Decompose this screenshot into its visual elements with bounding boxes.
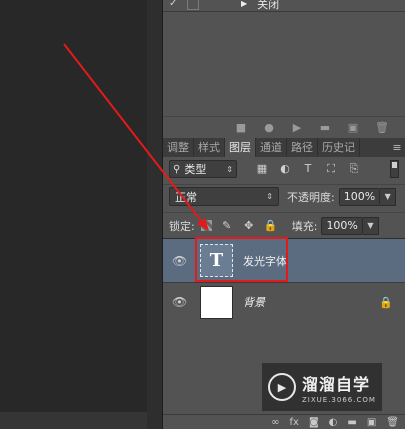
new-action-icon[interactable]: ▣ xyxy=(347,121,359,134)
background-layer-thumbnail xyxy=(200,285,233,319)
panel-menu-icon[interactable]: ≡ xyxy=(389,138,405,157)
action-item-label: 关闭 xyxy=(257,0,280,11)
blend-mode-select[interactable]: 正常 ⇕ xyxy=(169,187,279,206)
lock-position-icon[interactable]: ✥ xyxy=(242,219,256,233)
chevron-updown-icon: ⇕ xyxy=(266,192,273,201)
fill-dropdown-arrow[interactable]: ▼ xyxy=(362,216,379,235)
watermark: ▶ 溜溜自学 ZIXUE.3066.COM xyxy=(262,363,382,411)
filter-toggle-switch[interactable] xyxy=(390,160,399,178)
dialog-toggle-box[interactable] xyxy=(187,0,199,10)
annotation-highlight-box xyxy=(195,237,288,282)
lock-icons: ✎ ✥ 🔒 xyxy=(200,219,278,233)
lock-transparent-pixels-icon[interactable] xyxy=(200,219,212,231)
lock-icon: 🔒 xyxy=(379,295,393,309)
tab-history[interactable]: 历史记 xyxy=(318,138,360,157)
watermark-subtitle: ZIXUE.3066.COM xyxy=(302,395,376,404)
type-filter-icon[interactable]: T xyxy=(301,162,315,176)
fx-icon[interactable]: fx xyxy=(290,417,299,428)
filter-kind-select[interactable]: ⚲ 类型 ⇕ xyxy=(169,160,237,178)
opacity-input[interactable]: 100% xyxy=(338,187,381,206)
action-item-row[interactable]: ✓ ▶ 关闭 xyxy=(163,0,405,12)
play-logo-icon: ▶ xyxy=(268,373,296,401)
watermark-title: 溜溜自学 xyxy=(302,374,371,394)
tab-adjustments[interactable]: 调整 xyxy=(163,138,194,157)
opacity-dropdown-arrow[interactable]: ▼ xyxy=(380,187,397,206)
lock-image-pixels-icon[interactable]: ✎ xyxy=(220,219,234,233)
chevron-updown-icon: ⇕ xyxy=(226,164,233,174)
layer-name[interactable]: 背景 xyxy=(243,294,265,310)
filter-kind-label: 类型 xyxy=(184,163,207,176)
tab-paths[interactable]: 路径 xyxy=(287,138,318,157)
tab-styles[interactable]: 样式 xyxy=(194,138,225,157)
fill-label: 填充: xyxy=(291,219,318,233)
new-layer-icon[interactable]: ▣ xyxy=(367,417,376,428)
blend-row: 正常 ⇕ 不透明度: 100% ▼ xyxy=(163,184,405,208)
play-icon[interactable]: ▶ xyxy=(291,121,303,134)
tab-channels[interactable]: 通道 xyxy=(256,138,287,157)
opacity-label: 不透明度: xyxy=(287,190,335,204)
blend-mode-value: 正常 xyxy=(175,190,197,204)
stop-icon[interactable]: ■ xyxy=(235,121,247,134)
new-group-icon[interactable]: ▬ xyxy=(347,417,356,428)
eye-icon[interactable]: 👁 xyxy=(172,295,187,309)
watermark-text: 溜溜自学 ZIXUE.3066.COM xyxy=(302,371,376,404)
lock-label: 锁定: xyxy=(169,219,195,233)
tab-layers[interactable]: 图层 xyxy=(225,138,256,157)
adjustment-filter-icon[interactable]: ◐ xyxy=(278,162,292,176)
canvas-status-strip xyxy=(0,412,147,429)
eye-icon[interactable]: 👁 xyxy=(172,254,187,268)
shape-filter-icon[interactable]: ⛶ xyxy=(324,162,338,176)
filter-icons: ▦ ◐ T ⛶ ⎘ xyxy=(255,162,361,176)
lock-all-icon[interactable]: 🔒 xyxy=(264,219,278,233)
actions-toolbar: ■ ● ▶ ▬ ▣ 🗑 xyxy=(163,116,405,138)
layer-filter-row: ⚲ 类型 ⇕ ▦ ◐ T ⛶ ⎘ xyxy=(163,157,405,181)
checkmark-icon[interactable]: ✓ xyxy=(169,0,181,10)
layers-bottom-toolbar: ∞ fx ◙ ◐ ▬ ▣ 🗑 xyxy=(163,414,405,429)
actions-panel: ✓ ▶ 关闭 xyxy=(163,0,405,116)
panel-tabs: 调整 样式 图层 通道 路径 历史记 ≡ xyxy=(163,138,405,157)
add-mask-icon[interactable]: ◙ xyxy=(309,417,319,428)
new-adjustment-icon[interactable]: ◐ xyxy=(329,417,338,428)
layer-row-background[interactable]: 👁 背景 🔒 xyxy=(163,283,405,321)
search-icon: ⚲ xyxy=(173,163,181,175)
trash-icon[interactable]: 🗑 xyxy=(386,417,399,428)
expand-triangle-icon[interactable]: ▶ xyxy=(241,0,247,8)
link-layers-icon[interactable]: ∞ xyxy=(271,417,279,428)
lock-row: 锁定: ✎ ✥ 🔒 填充: 100% ▼ xyxy=(163,212,405,238)
smart-object-filter-icon[interactable]: ⎘ xyxy=(347,162,361,176)
trash-icon[interactable]: 🗑 xyxy=(375,121,389,134)
record-icon[interactable]: ● xyxy=(263,121,275,134)
new-set-folder-icon[interactable]: ▬ xyxy=(319,121,331,134)
panel-dock-gutter xyxy=(147,0,163,429)
document-canvas-area[interactable] xyxy=(0,0,147,429)
fill-input[interactable]: 100% xyxy=(321,216,363,235)
pixel-filter-icon[interactable]: ▦ xyxy=(255,162,269,176)
